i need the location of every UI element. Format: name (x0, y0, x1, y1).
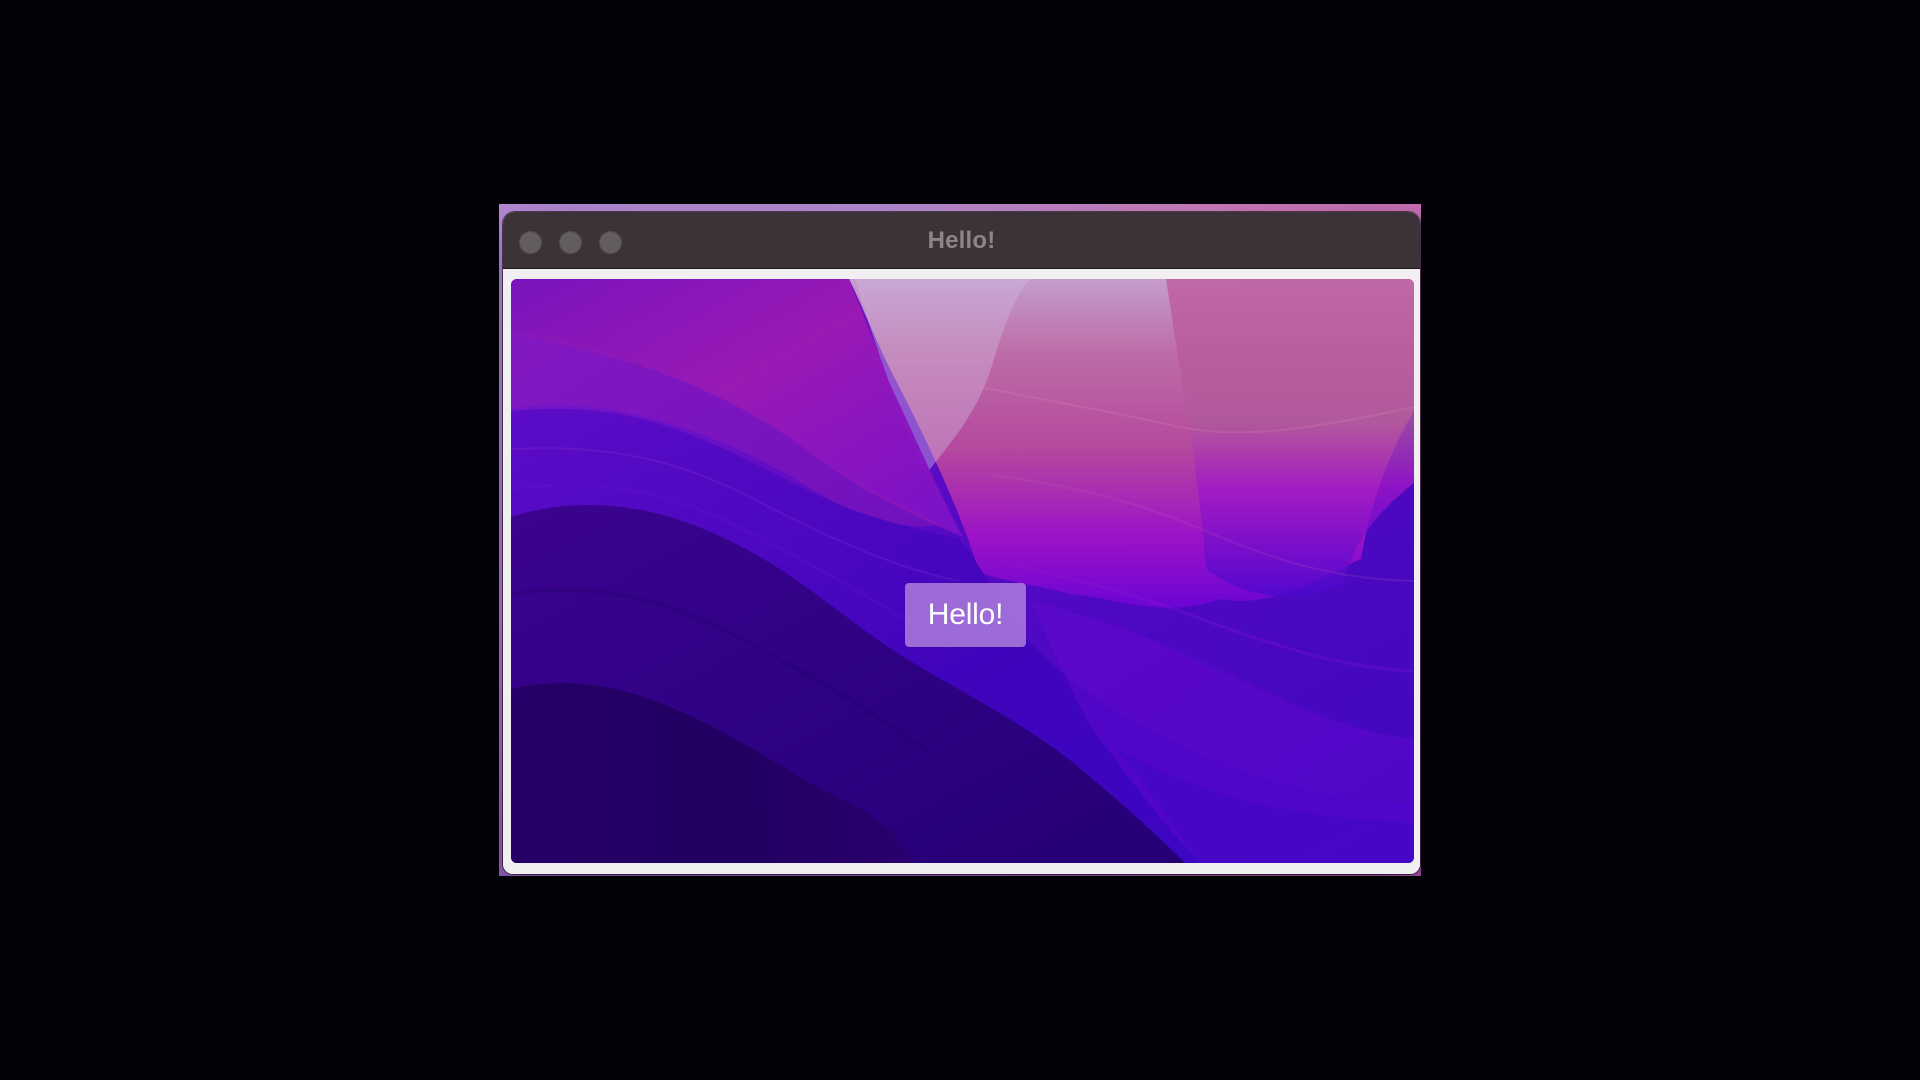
abstract-wallpaper-image (511, 279, 1414, 863)
app-window: Hello! Hello! (503, 212, 1420, 874)
window-titlebar[interactable]: Hello! (503, 212, 1420, 269)
wallpaper-content-area: Hello! (511, 279, 1414, 863)
window-content-frame: Hello! (503, 269, 1420, 874)
window-title: Hello! (927, 227, 996, 254)
hello-button[interactable]: Hello! (905, 583, 1026, 647)
desktop: Hello! Hello! (0, 0, 1920, 1080)
